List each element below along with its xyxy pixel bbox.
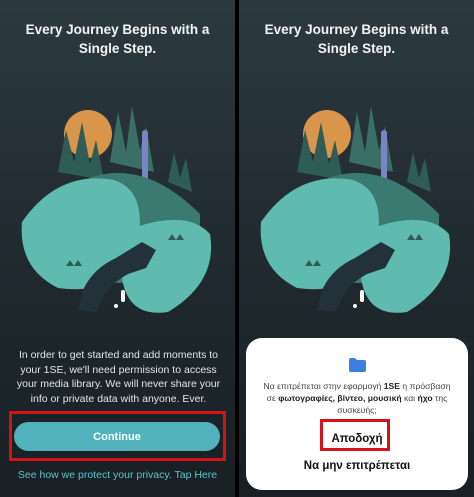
figure-shape bbox=[360, 290, 364, 302]
folder-icon bbox=[349, 358, 366, 372]
figure-shape bbox=[121, 290, 125, 302]
deny-button[interactable]: Να μην επιτρέπεται bbox=[246, 460, 468, 472]
journey-illustration bbox=[260, 106, 451, 313]
permission-message: Να επιτρέπεται στην εφαρμογή 1SE η πρόσβ… bbox=[263, 381, 451, 415]
permission-dialog: Να επιτρέπεται στην εφαρμογή 1SE η πρόσβ… bbox=[246, 338, 468, 490]
permission-description: In order to get started and add moments … bbox=[16, 349, 221, 405]
sun-shape bbox=[303, 110, 351, 158]
privacy-link[interactable]: See how we protect your privacy. Tap Her… bbox=[6, 469, 229, 481]
journey-illustration bbox=[21, 106, 212, 313]
tree-shape bbox=[407, 152, 431, 192]
screenshot-comparison: Every Journey Begins with a Single Step.… bbox=[0, 0, 474, 497]
figure-shape bbox=[114, 304, 118, 308]
onboarding-screen: Every Journey Begins with a Single Step.… bbox=[0, 0, 235, 497]
highlight-box bbox=[9, 411, 226, 461]
page-title: Every Journey Begins with a Single Step. bbox=[264, 22, 449, 56]
figure-shape bbox=[353, 304, 357, 308]
permission-screen: Every Journey Begins with a Single Step.… bbox=[239, 0, 474, 497]
highlight-box bbox=[320, 419, 390, 451]
page-title: Every Journey Begins with a Single Step. bbox=[25, 22, 210, 56]
tree-shape bbox=[168, 152, 192, 192]
